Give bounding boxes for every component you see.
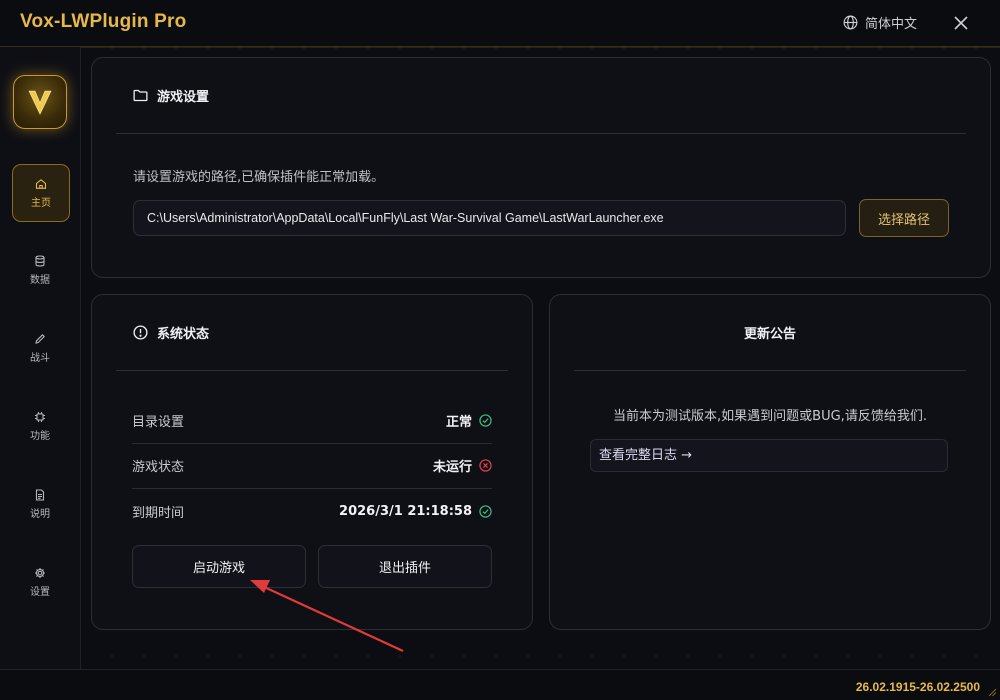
sidebar-item-label: 数据 — [30, 274, 50, 286]
document-icon — [35, 488, 45, 501]
language-label: 简体中文 — [865, 17, 918, 32]
status-row-game: 游戏状态 未运行 — [132, 443, 492, 489]
status-value: 未运行 — [433, 456, 492, 475]
status-label: 到期时间 — [132, 506, 185, 521]
status-row-expiry: 到期时间 2026/3/1 21:18:58 — [132, 489, 492, 534]
sidebar-item-battle[interactable]: 战斗 — [12, 320, 68, 376]
app-title: Vox-LWPlugin Pro — [20, 11, 187, 32]
start-game-button[interactable]: 启动游戏 — [132, 545, 306, 588]
game-settings-panel: 游戏设置 请设置游戏的路径,已确保插件能正常加载。 C:\Users\Admin… — [91, 57, 991, 278]
sidebar-item-label: 设置 — [30, 586, 50, 598]
status-value: 2026/3/1 21:18:58 — [339, 504, 492, 519]
check-circle-icon — [479, 505, 492, 518]
exit-plugin-button[interactable]: 退出插件 — [318, 545, 492, 588]
error-circle-icon — [479, 459, 492, 472]
game-settings-description: 请设置游戏的路径,已确保插件能正常加载。 — [133, 170, 385, 185]
sidebar-item-docs[interactable]: 说明 — [12, 476, 68, 532]
sidebar-item-features[interactable]: 功能 — [12, 398, 68, 454]
sidebar-item-label: 功能 — [30, 430, 50, 442]
globe-icon — [843, 15, 858, 30]
game-path-input[interactable]: C:\Users\Administrator\AppData\Local\Fun… — [133, 200, 846, 236]
gear-icon — [35, 567, 45, 578]
select-path-button[interactable]: 选择路径 — [859, 199, 949, 237]
check-circle-icon — [479, 414, 492, 427]
pen-icon — [35, 333, 45, 344]
database-icon — [35, 254, 45, 267]
game-settings-title: 游戏设置 — [157, 90, 210, 105]
title-bar: Vox-LWPlugin Pro 简体中文 — [0, 0, 1000, 47]
sidebar-item-home[interactable]: 主页 — [12, 164, 70, 222]
close-button[interactable] — [950, 12, 972, 34]
status-row-directory: 目录设置 正常 — [132, 398, 492, 444]
app-window: Vox-LWPlugin Pro 简体中文 主页 数据 战斗 功能 说明 设置 … — [0, 0, 1000, 700]
logo — [13, 75, 67, 129]
announcement-panel: 更新公告 当前本为测试版本,如果遇到问题或BUG,请反馈给我们. 查看完整日志 … — [549, 294, 991, 630]
close-icon — [954, 16, 968, 30]
logo-v-icon — [28, 90, 52, 115]
status-value: 正常 — [446, 411, 492, 430]
sidebar-item-data[interactable]: 数据 — [12, 242, 68, 298]
sidebar-item-settings[interactable]: 设置 — [12, 554, 68, 610]
version-label: 26.02.1915-26.02.2500 — [855, 680, 980, 694]
status-label: 目录设置 — [132, 415, 185, 430]
status-value-text: 未运行 — [432, 460, 472, 475]
sidebar-item-label: 说明 — [30, 508, 50, 520]
status-label: 游戏状态 — [132, 460, 185, 475]
status-value-text: 2026/3/1 21:18:58 — [339, 504, 472, 519]
sidebar-item-label: 战斗 — [30, 352, 50, 364]
announcement-message: 当前本为测试版本,如果遇到问题或BUG,请反馈给我们. — [613, 409, 927, 424]
game-settings-header: 游戏设置 — [116, 58, 966, 134]
system-status-header: 系统状态 — [116, 295, 508, 371]
language-selector[interactable]: 简体中文 — [842, 13, 917, 32]
alert-circle-icon — [133, 325, 148, 340]
status-bar: 26.02.1915-26.02.2500 — [0, 669, 1000, 700]
home-icon — [35, 178, 47, 189]
system-status-panel: 系统状态 目录设置 正常 游戏状态 未运行 到期时间 2026/3/1 21:1… — [91, 294, 533, 630]
chip-icon — [35, 411, 45, 422]
status-value-text: 正常 — [445, 415, 472, 430]
sidebar-item-label: 主页 — [31, 197, 51, 209]
view-full-log-link[interactable]: 查看完整日志 → — [590, 439, 948, 472]
resize-grip-icon[interactable] — [987, 687, 997, 697]
announcement-header: 更新公告 — [574, 295, 966, 371]
announcement-title: 更新公告 — [743, 327, 796, 342]
folder-icon — [133, 89, 148, 102]
sidebar: 主页 数据 战斗 功能 说明 设置 — [0, 47, 81, 669]
system-status-title: 系统状态 — [157, 327, 210, 342]
